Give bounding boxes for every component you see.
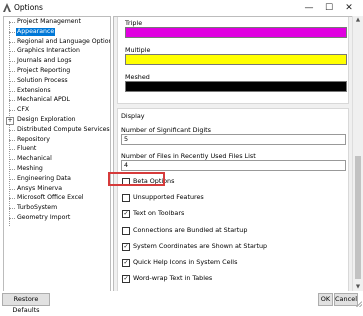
multiple-color-swatch[interactable] — [125, 54, 347, 65]
meshed-color-swatch[interactable] — [125, 81, 347, 92]
tree-connector — [9, 41, 15, 43]
tree-item-label: Graphics Interaction — [17, 47, 80, 55]
dialog-footer: Restore Defaults OK Cancel — [0, 291, 363, 314]
checkbox-label: Quick Help Icons in System Cells — [133, 258, 238, 266]
checkbox-checked[interactable]: ✓ — [122, 259, 130, 267]
tree-item-label: TurboSystem — [17, 204, 58, 212]
checkbox-checked[interactable]: ✓ — [122, 275, 130, 283]
tree-item-label: Design Exploration — [17, 116, 76, 123]
tree-item-label: Ansys Minerva — [17, 184, 63, 192]
color-group: Triple Multiple Meshed — [117, 17, 349, 104]
resize-grip-icon[interactable] — [356, 301, 362, 307]
tree-connector — [9, 51, 15, 53]
display-group: Display Number of Significant Digits 5 N… — [117, 108, 349, 292]
tree-item-label: Project Reporting — [17, 67, 71, 74]
tree-item-label: Microsoft Office Excel — [17, 194, 84, 202]
triple-color-label: Triple — [125, 19, 143, 27]
tree-item-label: Mechanical — [17, 155, 52, 163]
tree-connector — [9, 139, 15, 141]
tree-item-label: Mechanical APDL — [17, 96, 70, 104]
cancel-button[interactable]: Cancel — [334, 293, 358, 306]
minimize-button[interactable]: — — [302, 2, 316, 14]
recent-files-label: Number of Files in Recently Used Files L… — [121, 152, 256, 160]
tree-item-label: Fluent — [17, 145, 37, 153]
checkbox-label: Connections are Bundled at Startup — [133, 226, 248, 234]
tree-connector — [9, 22, 15, 23]
checkbox-label: Word-wrap Text in Tables — [133, 274, 213, 282]
checkbox-label: Text on Toolbars — [133, 209, 185, 217]
multiple-color-label: Multiple — [125, 46, 151, 54]
tree-item-label: Appearance — [16, 27, 56, 37]
close-button[interactable]: ✕ — [342, 2, 356, 14]
tree-connector — [9, 198, 15, 200]
tree-item-label: Distributed Compute Services — [17, 125, 110, 133]
expand-plus-icon[interactable]: + — [6, 117, 14, 125]
scroll-down-arrow-icon[interactable]: ▼ — [353, 283, 363, 291]
panel-scrollbar[interactable]: ▲ ▼ — [352, 16, 363, 291]
tree-item-label: Journals and Logs — [17, 57, 72, 65]
tree-connector — [9, 100, 15, 102]
sig-digits-input[interactable]: 5 — [121, 134, 346, 145]
sig-digits-label: Number of Significant Digits — [121, 126, 212, 134]
meshed-color-label: Meshed — [125, 73, 150, 81]
tree-item-label: Solution Process — [17, 76, 68, 84]
tree-connector — [9, 159, 15, 161]
tree-connector — [9, 80, 15, 82]
tree-item-label: Engineering Data — [17, 174, 71, 182]
tree-connector — [9, 31, 15, 33]
restore-defaults-button[interactable]: Restore Defaults — [2, 293, 50, 314]
tree-connector — [9, 71, 15, 72]
tree-item-label: Geometry Import — [17, 214, 71, 221]
tree-connector — [9, 218, 15, 219]
checkbox-unchecked[interactable] — [122, 194, 130, 202]
triple-color-swatch[interactable] — [125, 27, 347, 38]
checkbox-checked[interactable]: ✓ — [122, 243, 130, 251]
tree-item-label: CFX — [17, 106, 30, 114]
options-tree[interactable]: Project Management Appearance Regional and… — [3, 16, 111, 293]
tree-item-label: Project Management — [17, 18, 81, 25]
tree-item-label: Regional and Language Options — [17, 37, 111, 45]
tree-item-label: Repository — [17, 135, 50, 143]
ok-button[interactable]: OK — [318, 293, 333, 306]
tree-connector — [9, 169, 15, 170]
checkbox-label: System Coordinates are Shown at Startup — [133, 242, 268, 250]
tree-connector — [9, 178, 15, 180]
tree-connector — [9, 61, 15, 63]
checkbox-checked[interactable]: ✓ — [122, 210, 130, 218]
tree-connector — [9, 149, 15, 151]
scroll-up-arrow-icon[interactable]: ▲ — [353, 16, 363, 24]
tree-connector — [9, 188, 15, 190]
tree-connector — [9, 129, 15, 131]
checkbox-unchecked[interactable] — [122, 227, 130, 235]
scrollbar-thumb[interactable] — [355, 156, 361, 279]
window-title: Options — [14, 3, 43, 12]
recent-files-input[interactable]: 4 — [121, 160, 346, 171]
display-heading: Display — [121, 112, 145, 120]
tree-connector — [9, 110, 15, 112]
ansys-app-icon — [3, 3, 11, 12]
beta-options-highlight — [108, 172, 165, 186]
title-bar: Options — ☐ ✕ — [0, 0, 363, 16]
appearance-options-panel: Triple Multiple Meshed Display Number of… — [113, 16, 353, 293]
tree-item-label: Extensions — [17, 86, 51, 94]
checkbox-label: Unsupported Features — [133, 193, 204, 201]
tree-connector — [9, 90, 15, 92]
tree-item-label: Meshing — [17, 165, 43, 172]
tree-connector — [9, 208, 15, 210]
maximize-button[interactable]: ☐ — [322, 2, 336, 14]
